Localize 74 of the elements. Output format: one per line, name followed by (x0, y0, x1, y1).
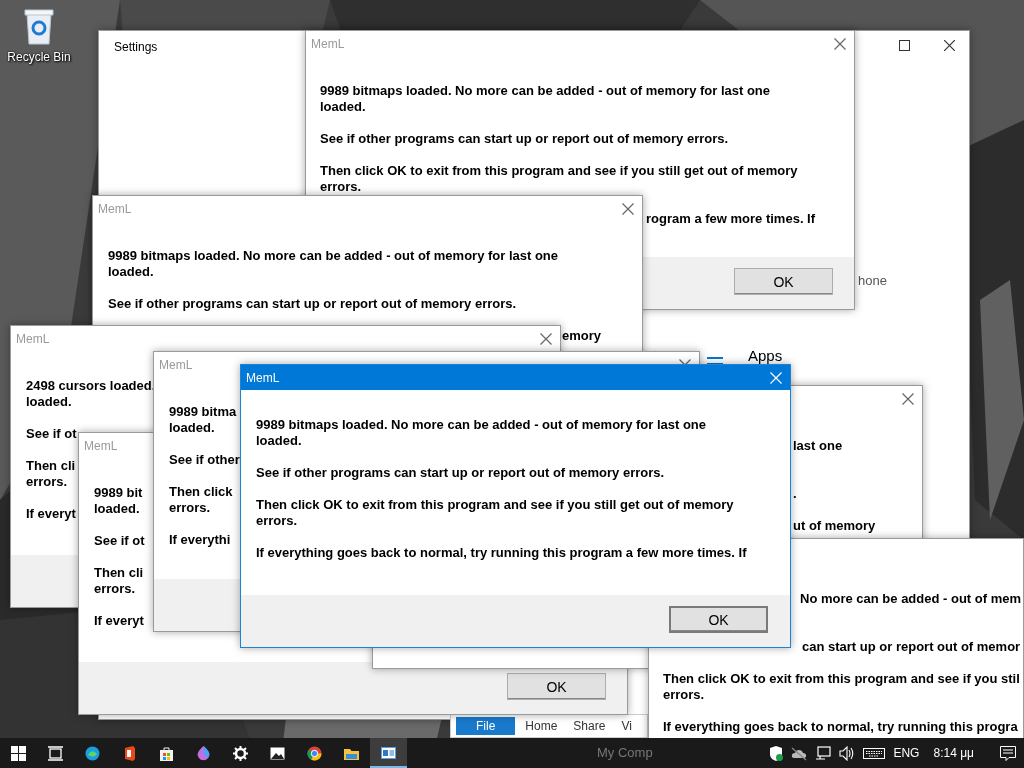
message-text: 2498 cursors loaded. loaded. (26, 378, 156, 410)
window-title: MemL (311, 37, 345, 51)
message-text: See if ot (94, 533, 145, 549)
message-text: 9989 bitmaps loaded. No more can be added - out of memory for last one loaded. (108, 248, 559, 280)
task-view-icon (48, 745, 63, 761)
window-title: MemL (159, 358, 193, 372)
message-text: If everyt (26, 506, 76, 522)
ribbon-tab[interactable]: Share (567, 717, 612, 735)
message-text: If everyt (94, 613, 144, 629)
message-text: Then cli errors. (26, 458, 76, 490)
ok-button[interactable]: OK (734, 268, 833, 295)
ribbon-tab[interactable]: File (456, 717, 516, 735)
message-text: See if other programs can start up or report out of memory errors. (108, 296, 517, 312)
message-text: 9989 bitmaps loaded. No more can be added - out of memory for last one loaded. (320, 83, 771, 115)
message-text: See if other programs can start up or report out of memory errors. (256, 465, 665, 481)
message-text: 9989 bitma loaded. (169, 404, 237, 436)
message-text: See if ot (26, 426, 77, 442)
message-text: last one (793, 438, 843, 454)
ok-button[interactable]: OK (669, 606, 768, 633)
swirl-icon (85, 745, 100, 761)
window-icon (381, 744, 396, 760)
network-icon[interactable] (815, 745, 832, 761)
notification-icon[interactable] (1000, 745, 1016, 761)
close-icon[interactable] (834, 38, 846, 50)
message-text: See if other programs can start up or report out of memory errors. (320, 131, 729, 147)
message-text: No more can be added - out of mem (800, 591, 1022, 607)
message-text: 9989 bitmaps loaded. No more can be added - out of memory for last one loaded. (256, 417, 707, 449)
close-icon[interactable] (902, 393, 914, 405)
message-text: If everything goes back to normal, try running this program a few more times. If (256, 545, 747, 561)
volume-icon[interactable] (839, 745, 856, 761)
message-text: See if other (169, 452, 240, 468)
windows-logo-icon (11, 745, 26, 761)
language-indicator[interactable]: ENG (893, 746, 920, 760)
shield-icon[interactable] (769, 745, 784, 761)
taskbar-button[interactable] (370, 738, 407, 768)
recycle-bin-icon[interactable] (22, 6, 56, 46)
message-text: can start up or report out of memor (802, 639, 1021, 655)
window-title: MemL (246, 371, 280, 385)
message-text: rogram a few more times. If (646, 211, 816, 227)
image-icon (270, 745, 285, 761)
window-title: MemL (98, 202, 132, 216)
message-text: Then click OK to exit from this program and see if you still get out of memory errors. (256, 497, 734, 529)
menu-text[interactable]: hone (858, 273, 887, 288)
cloud-icon[interactable] (791, 745, 808, 761)
message-text: Then click OK to exit from this program and see if you stil errors. (663, 671, 1020, 703)
message-text: ut of memory (793, 518, 876, 534)
office-icon (122, 745, 137, 761)
keyboard-icon[interactable] (863, 745, 886, 761)
message-text: . (793, 486, 797, 502)
message-text: emory (562, 328, 602, 344)
icon-label[interactable]: Recycle Bin (7, 50, 71, 64)
settings-icon (233, 745, 248, 761)
circle-logo-icon (307, 745, 322, 761)
maximize-icon[interactable] (899, 40, 910, 51)
droplet-icon (196, 745, 211, 761)
close-icon[interactable] (622, 203, 634, 215)
message-text: Then cli errors. (94, 565, 144, 597)
message-text: Then click OK to exit from this program and see if you still get out of memory errors. (320, 163, 798, 195)
message-text: If everythi (169, 532, 231, 548)
ribbon-tab[interactable]: Vi (615, 717, 638, 735)
ok-button[interactable]: OK (507, 673, 606, 700)
shopping-bag-icon (159, 745, 174, 761)
window-title: MemL (16, 332, 50, 346)
menu-text[interactable]: Apps (748, 347, 783, 364)
address-text[interactable]: My Comp (597, 745, 653, 760)
window-title: MemL (84, 439, 118, 453)
close-icon[interactable] (944, 40, 955, 51)
message-text: 9989 bit loaded. (94, 485, 143, 517)
clock-text[interactable]: 8:14 μμ (933, 746, 974, 760)
message-text: Then click errors. (169, 484, 233, 516)
close-icon[interactable] (540, 333, 552, 345)
message-text: If everything goes back to normal, try running this progra (663, 719, 1018, 735)
ribbon-tab[interactable]: Home (519, 717, 564, 735)
window-title: Settings (114, 40, 158, 54)
